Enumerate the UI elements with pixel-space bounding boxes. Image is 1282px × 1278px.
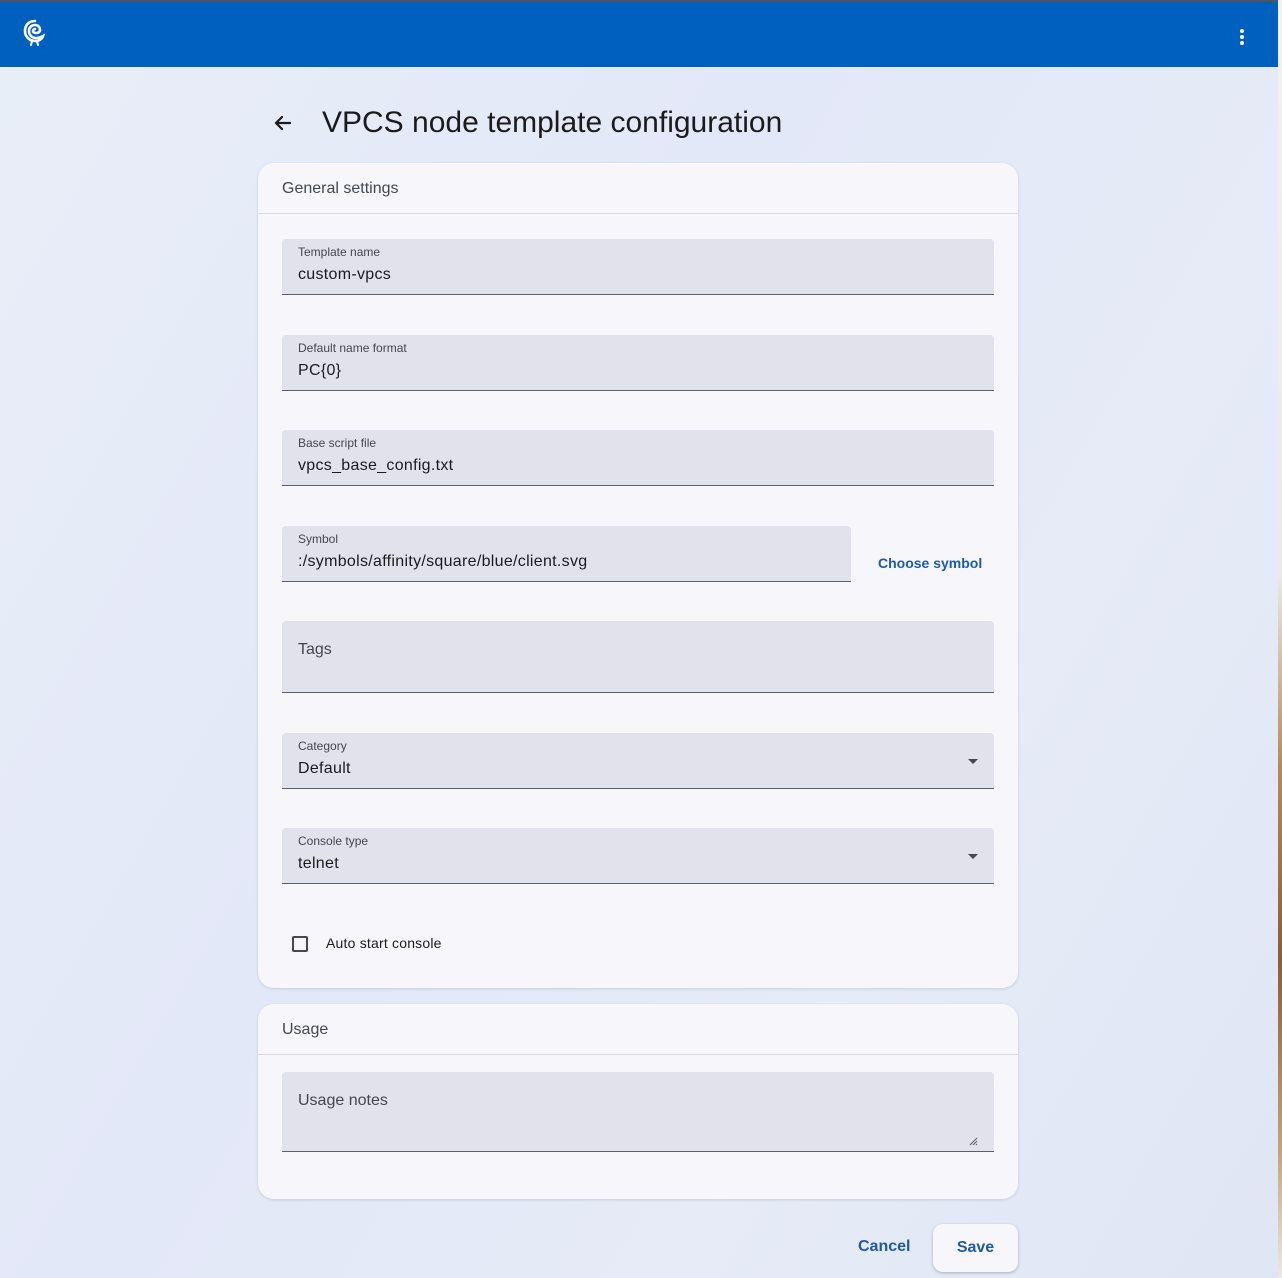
- symbol-label: Symbol: [298, 532, 339, 546]
- console-type-label: Console type: [298, 834, 369, 848]
- default-name-format-field[interactable]: Default name format PC{0}: [282, 335, 994, 391]
- console-type-value: telnet: [298, 855, 339, 872]
- save-button[interactable]: Save: [933, 1224, 1018, 1272]
- symbol-value[interactable]: :/symbols/affinity/square/blue/client.sv…: [298, 553, 587, 571]
- usage-card: Usage Usage notes: [258, 1004, 1018, 1199]
- more-vert-icon[interactable]: [1228, 22, 1256, 50]
- usage-notes-placeholder: Usage notes: [298, 1092, 388, 1109]
- general-settings-title: General settings: [258, 163, 1018, 214]
- base-script-file-value[interactable]: vpcs_base_config.txt: [298, 457, 453, 475]
- usage-notes-textarea[interactable]: Usage notes: [282, 1072, 994, 1152]
- tags-placeholder: Tags: [298, 641, 332, 658]
- cancel-button[interactable]: Cancel: [844, 1226, 924, 1268]
- template-name-field[interactable]: Template name custom-vpcs: [282, 239, 994, 295]
- dropdown-arrow-icon: [968, 759, 978, 764]
- auto-start-console-checkbox[interactable]: [292, 936, 308, 952]
- page-title: VPCS node template configuration: [322, 106, 783, 139]
- gns3-chameleon-logo-icon: [22, 18, 46, 46]
- template-name-label: Template name: [298, 245, 381, 259]
- usage-title: Usage: [258, 1004, 1018, 1055]
- choose-symbol-button[interactable]: Choose symbol: [864, 543, 996, 583]
- category-value: Default: [298, 760, 351, 777]
- symbol-field[interactable]: Symbol :/symbols/affinity/square/blue/cl…: [282, 526, 851, 582]
- tags-field[interactable]: Tags: [282, 621, 994, 693]
- resize-handle-icon[interactable]: [968, 1133, 978, 1146]
- template-name-value[interactable]: custom-vpcs: [298, 266, 391, 284]
- desktop-wallpaper-edge: [1278, 0, 1282, 1278]
- dropdown-arrow-icon: [968, 854, 978, 859]
- arrow-back-icon[interactable]: [268, 108, 298, 138]
- auto-start-console-label[interactable]: Auto start console: [326, 935, 442, 951]
- category-label: Category: [298, 739, 347, 753]
- base-script-file-label: Base script file: [298, 436, 377, 450]
- category-select[interactable]: Category Default: [282, 733, 994, 789]
- base-script-file-field[interactable]: Base script file vpcs_base_config.txt: [282, 430, 994, 486]
- default-name-format-label: Default name format: [298, 341, 407, 355]
- console-type-select[interactable]: Console type telnet: [282, 828, 994, 884]
- top-app-bar: [0, 0, 1278, 67]
- general-settings-card: General settings Template name custom-vp…: [258, 163, 1018, 988]
- default-name-format-value[interactable]: PC{0}: [298, 362, 341, 380]
